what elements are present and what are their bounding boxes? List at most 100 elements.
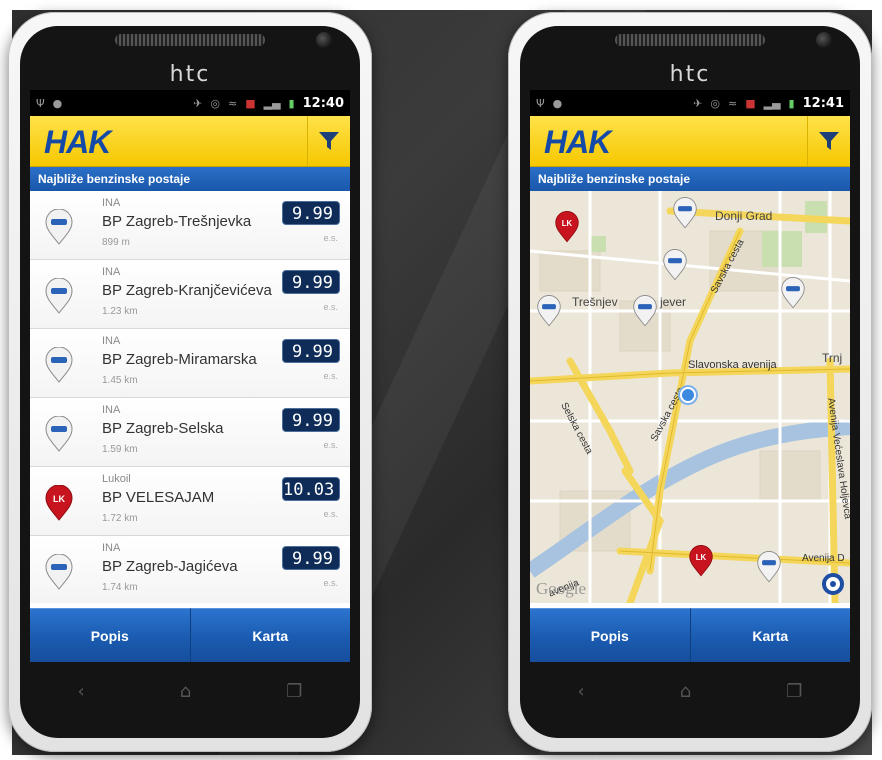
battery-icon: ▮ (788, 96, 795, 110)
recent-apps-icon[interactable]: ❐ (786, 681, 802, 702)
tab-list[interactable]: Popis (30, 608, 190, 662)
ina-pin-icon (45, 209, 73, 245)
bottom-tabs: Popis Karta (530, 608, 850, 662)
gps-icon: ✈ (693, 96, 703, 110)
station-row[interactable]: INA BP Zagreb-Jagićeva 1.74 km 9.99 e.s. (30, 536, 350, 603)
locate-me-icon[interactable] (822, 573, 844, 595)
battery-icon: ▮ (288, 96, 295, 110)
fuel-price-badge: 10.03 (282, 477, 340, 501)
station-brand: INA (102, 335, 121, 347)
station-row[interactable]: INA BP Zagreb-Kranjčevićeva 1.23 km 9.99 e.s… (30, 260, 350, 329)
station-distance: 1.23 km (102, 306, 138, 317)
signal-icon: ▂▄ (763, 96, 781, 110)
android-icon: ● (552, 96, 563, 110)
front-camera (816, 32, 832, 48)
station-brand: Lukoil (102, 473, 131, 485)
my-location-dot (680, 387, 696, 403)
alarm-icon: ◎ (210, 96, 220, 110)
ina-pin-icon[interactable] (780, 277, 806, 309)
gps-icon: ✈ (193, 96, 203, 110)
svg-text:LK: LK (53, 494, 65, 504)
usb-icon: Ψ (536, 96, 545, 110)
fuel-price-badge: 9.99 (282, 408, 340, 432)
section-title: Najbliže benzinske postaje (30, 167, 350, 191)
right-phone: htc Ψ ● ✈ ◎ ≈ ■ ▂▄ ▮ 12:41 HAK Najbliže … (508, 12, 872, 752)
android-icon: ● (52, 96, 63, 110)
left-phone: htc Ψ ● ✈ ◎ ≈ ■ ▂▄ ▮ 12:40 HAK Najbliže … (8, 12, 372, 752)
ina-pin-icon[interactable] (536, 295, 562, 327)
section-title: Najbliže benzinske postaje (530, 167, 850, 191)
funnel-icon (819, 132, 839, 150)
station-name: BP Zagreb-Miramarska (102, 351, 257, 368)
ina-pin-icon (45, 416, 73, 452)
station-distance: 1.74 km (102, 582, 138, 593)
status-time: 12:41 (802, 95, 844, 111)
fuel-price-badge: 9.99 (282, 201, 340, 225)
map-label-tresnjevka: Trešnjev (572, 295, 618, 309)
station-row[interactable]: LK Lukoil BP VELESAJAM 1.72 km 10.03 e.s. (30, 467, 350, 536)
wifi-icon: ≈ (728, 96, 738, 110)
alarm-icon: ◎ (710, 96, 720, 110)
data-icon: ■ (245, 96, 256, 110)
usb-icon: Ψ (36, 96, 45, 110)
fuel-price-badge: 9.99 (282, 546, 340, 570)
bottom-tabs: Popis Karta (30, 608, 350, 662)
tab-map[interactable]: Karta (189, 608, 350, 662)
station-name: BP VELESAJAM (102, 489, 215, 506)
tab-map[interactable]: Karta (689, 608, 850, 662)
station-distance: 899 m (102, 237, 130, 248)
data-icon: ■ (745, 96, 756, 110)
lukoil-pin-icon[interactable]: LK (554, 211, 580, 243)
station-map[interactable]: Donji Grad Trešnjev jever Trnj Savska ce… (530, 191, 850, 603)
recent-apps-icon[interactable]: ❐ (286, 681, 302, 702)
back-icon[interactable]: ‹ (78, 681, 85, 702)
home-icon[interactable]: ⌂ (680, 681, 691, 702)
hak-logo: HAK (544, 124, 611, 160)
filter-button[interactable] (807, 116, 850, 166)
station-row[interactable]: INA BP Zagreb-Selska 1.59 km 9.99 e.s. (30, 398, 350, 467)
station-row[interactable]: INA BP Zagreb-Trešnjevka 899 m 9.99 e.s. (30, 191, 350, 260)
status-bar: Ψ ● ✈ ◎ ≈ ■ ▂▄ ▮ 12:40 (30, 90, 350, 116)
station-name: BP Zagreb-Selska (102, 420, 224, 437)
ina-pin-icon (45, 347, 73, 383)
station-name: BP Zagreb-Kranjčevićeva (102, 282, 272, 299)
station-brand: INA (102, 266, 121, 278)
fuel-type: e.s. (323, 233, 338, 243)
home-icon[interactable]: ⌂ (180, 681, 191, 702)
app-bar: HAK (530, 116, 850, 167)
app-screen: Ψ ● ✈ ◎ ≈ ■ ▂▄ ▮ 12:40 HAK Najbliže benz… (30, 90, 350, 662)
station-row[interactable]: INA BP Zagreb-Miramarska 1.45 km 9.99 e.s. (30, 329, 350, 398)
lukoil-pin-icon[interactable]: LK (688, 545, 714, 577)
ina-pin-icon[interactable] (632, 295, 658, 327)
station-distance: 1.45 km (102, 375, 138, 386)
road-label-slavonska: Slavonska avenija (688, 359, 777, 371)
speaker-grille (115, 34, 265, 46)
status-bar: Ψ ● ✈ ◎ ≈ ■ ▂▄ ▮ 12:41 (530, 90, 850, 116)
map-label-trnje: Trnj (822, 351, 843, 365)
app-bar: HAK (30, 116, 350, 167)
funnel-icon (319, 132, 339, 150)
lukoil-pin-icon: LK (45, 485, 73, 521)
speaker-grille (615, 34, 765, 46)
fuel-type: e.s. (323, 509, 338, 519)
station-brand: INA (102, 404, 121, 416)
filter-button[interactable] (307, 116, 350, 166)
android-nav-bar: ‹ ⌂ ❐ (530, 666, 850, 716)
station-brand: INA (102, 542, 121, 554)
phone-brand: htc (669, 62, 711, 87)
back-icon[interactable]: ‹ (578, 681, 585, 702)
svg-text:LK: LK (696, 553, 707, 562)
android-nav-bar: ‹ ⌂ ❐ (30, 666, 350, 716)
fuel-type: e.s. (323, 440, 338, 450)
svg-text:LK: LK (562, 219, 573, 228)
ina-pin-icon[interactable] (662, 249, 688, 281)
station-distance: 1.59 km (102, 444, 138, 455)
tab-list[interactable]: Popis (530, 608, 690, 662)
station-brand: INA (102, 197, 121, 209)
ina-pin-icon (45, 278, 73, 314)
ina-pin-icon[interactable] (756, 551, 782, 583)
fuel-type: e.s. (323, 578, 338, 588)
station-name: BP Zagreb-Trešnjevka (102, 213, 252, 230)
ina-pin-icon[interactable] (672, 197, 698, 229)
station-list: INA BP Zagreb-Trešnjevka 899 m 9.99 e.s. INA B… (30, 191, 350, 603)
